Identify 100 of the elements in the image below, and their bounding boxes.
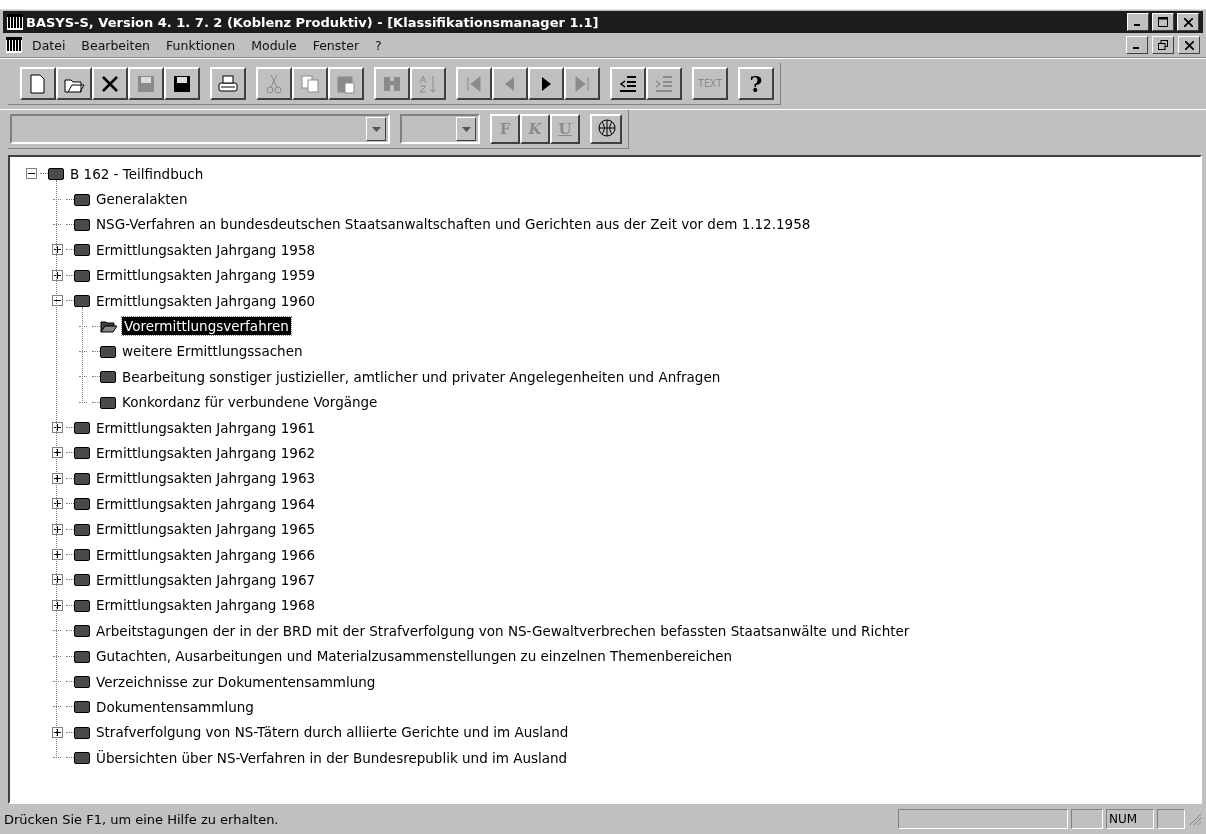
tree-item[interactable]: Dokumentensammlung bbox=[94, 697, 256, 716]
plus-icon bbox=[53, 424, 61, 432]
expand-toggle[interactable] bbox=[51, 472, 63, 484]
tree-item[interactable]: Vorermittlungsverfahren bbox=[122, 317, 291, 336]
collapse-toggle[interactable] bbox=[25, 168, 37, 180]
maximize-button[interactable] bbox=[1152, 13, 1174, 31]
close-button[interactable] bbox=[1178, 36, 1200, 54]
tree-item[interactable]: Ermittlungsakten Jahrgang 1967 bbox=[94, 570, 318, 589]
restore-icon bbox=[1158, 40, 1168, 50]
expand-toggle[interactable] bbox=[51, 447, 63, 459]
tree-item[interactable]: Ermittlungsakten Jahrgang 1960 bbox=[94, 291, 318, 310]
maximize-icon bbox=[1158, 17, 1168, 27]
menu-item[interactable]: Bearbeiten bbox=[75, 35, 157, 55]
tree-item[interactable]: Verzeichnisse zur Dokumentensammlung bbox=[94, 672, 378, 691]
folder-icon bbox=[74, 421, 90, 435]
right-triangle-button[interactable] bbox=[528, 67, 564, 100]
globe-button[interactable] bbox=[590, 114, 622, 144]
minimize-button[interactable] bbox=[1127, 13, 1149, 31]
cross-button[interactable] bbox=[92, 67, 128, 100]
close-icon bbox=[1183, 17, 1193, 27]
expand-toggle[interactable] bbox=[51, 549, 63, 561]
plus-icon bbox=[53, 449, 61, 457]
folder-icon bbox=[74, 217, 90, 231]
restore-button[interactable] bbox=[1152, 36, 1174, 54]
plus-icon bbox=[53, 246, 61, 254]
num-lock-indicator: NUM bbox=[1106, 809, 1154, 829]
folder-icon bbox=[74, 446, 90, 460]
tree-item[interactable]: weitere Ermittlungssachen bbox=[120, 342, 305, 361]
printer-button[interactable] bbox=[210, 67, 246, 100]
expand-toggle[interactable] bbox=[51, 422, 63, 434]
folder-icon bbox=[74, 573, 90, 587]
tree-item[interactable]: Ermittlungsakten Jahrgang 1966 bbox=[94, 545, 318, 564]
tree-item[interactable]: Ermittlungsakten Jahrgang 1959 bbox=[94, 266, 318, 285]
tree-item[interactable]: Gutachten, Ausarbeitungen und Materialzusammenstellungen zu einzelnen Themenbereichen bbox=[94, 647, 735, 666]
tree-item[interactable]: Strafverfolgung von NS-Tätern durch alliierte Gerichte und im Ausland bbox=[94, 723, 571, 742]
outdent-button[interactable] bbox=[610, 67, 646, 100]
expand-toggle[interactable] bbox=[51, 523, 63, 535]
expand-toggle[interactable] bbox=[51, 244, 63, 256]
folder-icon bbox=[74, 192, 90, 206]
expand-toggle[interactable] bbox=[51, 599, 63, 611]
menu-item[interactable]: Funktionen bbox=[160, 35, 242, 55]
tree-item[interactable]: B 162 - Teilfindbuch bbox=[68, 164, 206, 183]
resize-grip-icon bbox=[1188, 812, 1202, 826]
status-pane bbox=[1071, 809, 1103, 829]
folder-icon bbox=[74, 700, 90, 714]
expand-toggle[interactable] bbox=[51, 726, 63, 738]
tree-item[interactable]: Ermittlungsakten Jahrgang 1958 bbox=[94, 240, 318, 259]
folder-icon bbox=[100, 370, 116, 384]
folder-icon bbox=[100, 395, 116, 409]
folder-icon bbox=[48, 167, 64, 181]
floppy-disk-button[interactable] bbox=[164, 67, 200, 100]
dropdown-caret-icon bbox=[461, 126, 471, 132]
plus-icon bbox=[53, 576, 61, 584]
status-pane bbox=[1157, 809, 1185, 829]
plus-icon bbox=[53, 500, 61, 508]
expand-toggle[interactable] bbox=[51, 574, 63, 586]
folder-button[interactable] bbox=[56, 67, 92, 100]
folder-icon bbox=[74, 294, 90, 308]
close-button[interactable] bbox=[1177, 13, 1199, 31]
tree-item[interactable]: Ermittlungsakten Jahrgang 1962 bbox=[94, 444, 318, 462]
expand-toggle[interactable] bbox=[51, 498, 63, 510]
tree-item[interactable]: Übersichten über NS-Verfahren in der Bundesrepublik und im Ausland bbox=[94, 748, 570, 767]
help-button[interactable]: ? bbox=[738, 67, 774, 100]
plus-icon bbox=[53, 525, 61, 533]
tree-item[interactable]: NSG-Verfahren an bundesdeutschen Staatsanwaltschaften und Gerichten aus der Zeit vor dem 1.12.1958 bbox=[94, 215, 813, 234]
minimize-button[interactable] bbox=[1126, 36, 1148, 54]
folder-icon bbox=[74, 598, 90, 612]
window-title: BASYS-S, Version 4. 1. 7. 2 (Koblenz Produktiv) - [Klassifikationsmanager 1.1] bbox=[26, 14, 600, 30]
tree-item[interactable]: Ermittlungsakten Jahrgang 1961 bbox=[94, 418, 318, 437]
plus-icon bbox=[53, 601, 61, 609]
tree-item[interactable]: Generalakten bbox=[94, 190, 190, 209]
menu-item[interactable]: ? bbox=[369, 35, 388, 55]
folder-icon bbox=[74, 471, 90, 485]
status-message: Drücken Sie F1, um eine Hilfe zu erhalten. bbox=[4, 811, 280, 827]
menu-item[interactable]: Fenster bbox=[306, 35, 366, 55]
collapse-toggle[interactable] bbox=[51, 295, 63, 307]
font-combo[interactable] bbox=[10, 114, 390, 144]
app-logo-icon bbox=[7, 14, 23, 30]
expand-toggle[interactable] bbox=[51, 269, 63, 281]
tree-item[interactable]: Ermittlungsakten Jahrgang 1968 bbox=[94, 596, 318, 615]
dropdown-caret-icon bbox=[371, 126, 381, 132]
folder-icon bbox=[74, 497, 90, 511]
folder-icon bbox=[74, 751, 90, 765]
tree-item[interactable]: Ermittlungsakten Jahrgang 1965 bbox=[94, 520, 318, 539]
tree-item[interactable]: Konkordanz für verbundene Vorgänge bbox=[120, 393, 380, 412]
tree-item[interactable]: Arbeitstagungen der in der BRD mit der Strafverfolgung von NS-Gewaltverbrechen befassten Staatsanwälte und Richter bbox=[94, 621, 912, 640]
folder-icon bbox=[74, 675, 90, 688]
tree-item[interactable]: Bearbeitung sonstiger justizieller, amtlicher und privater Angelegenheiten und Anfragen bbox=[120, 367, 723, 386]
blank-page-button[interactable] bbox=[20, 67, 56, 100]
menu-item[interactable]: Module bbox=[245, 35, 303, 55]
folder-icon bbox=[74, 522, 90, 536]
size-combo[interactable] bbox=[400, 114, 480, 144]
tree-item[interactable]: Ermittlungsakten Jahrgang 1963 bbox=[94, 469, 318, 488]
globe-icon bbox=[595, 118, 617, 140]
menu-item[interactable]: Datei bbox=[26, 35, 72, 55]
plus-icon bbox=[53, 474, 61, 482]
folder-icon bbox=[74, 649, 90, 663]
document-logo-icon bbox=[6, 37, 22, 53]
folder-icon bbox=[74, 725, 90, 739]
tree-item[interactable]: Ermittlungsakten Jahrgang 1964 bbox=[94, 494, 318, 513]
